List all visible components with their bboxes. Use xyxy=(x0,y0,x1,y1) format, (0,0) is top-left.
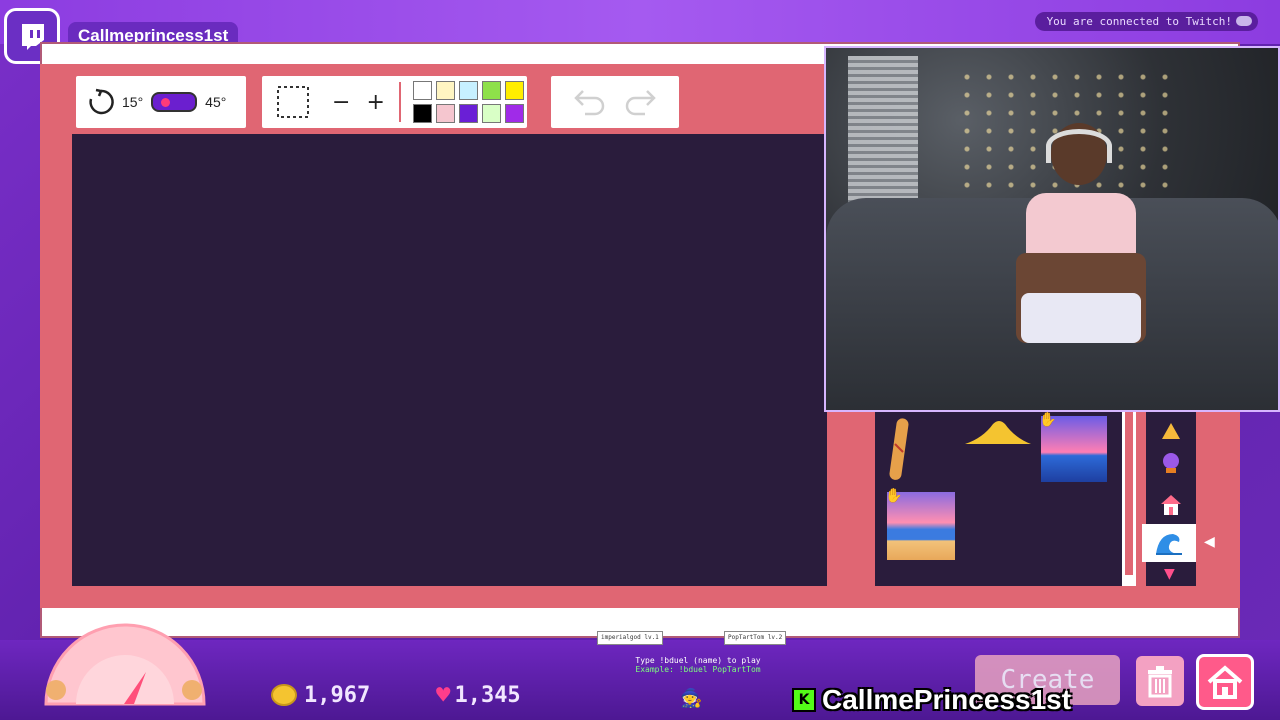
drawing-canvas[interactable] xyxy=(72,134,827,586)
coin-counter: 1,967 xyxy=(270,678,370,712)
heat-gauge-icon xyxy=(44,623,206,706)
player-tag-right: PopTartTom lv.2 xyxy=(724,631,787,645)
selected-category-indicator-icon: ◀ xyxy=(1204,534,1215,550)
streamer-figure xyxy=(1006,123,1156,410)
player-tag-left: imperialgod lv.1 xyxy=(597,631,663,645)
coin-icon xyxy=(271,684,297,706)
avatar: 🧙 xyxy=(680,688,703,709)
asset-scrollbar[interactable] xyxy=(1122,410,1136,586)
status-text: You are connected to Twitch! xyxy=(1046,15,1232,28)
heart-count: 1,345 xyxy=(454,682,521,708)
kick-logo-icon: K xyxy=(792,688,816,712)
color-swatch[interactable] xyxy=(412,81,432,100)
house-category[interactable] xyxy=(1146,486,1196,524)
sand-pile-item[interactable] xyxy=(963,418,1033,446)
heart-icon: ♥ xyxy=(436,681,451,709)
color-palette xyxy=(412,81,524,123)
angle-slider[interactable] xyxy=(151,92,198,112)
duel-instructions: Type !bduel (name) to play Example: !bdu… xyxy=(598,656,798,674)
color-swatch[interactable] xyxy=(481,81,501,100)
trash-button[interactable] xyxy=(1136,656,1184,706)
baguette-item[interactable] xyxy=(887,416,909,482)
angle-min-label: 15° xyxy=(122,94,144,110)
brush-size-increase-button[interactable]: + xyxy=(366,90,384,115)
color-swatch[interactable] xyxy=(435,104,455,123)
color-swatch[interactable] xyxy=(458,81,478,100)
brush-size-decrease-button[interactable]: − xyxy=(332,90,350,115)
trash-icon xyxy=(1148,666,1172,698)
connection-status: You are connected to Twitch! xyxy=(1034,12,1258,31)
color-swatch[interactable] xyxy=(504,104,524,123)
heart-counter: ♥ 1,345 xyxy=(436,678,521,712)
selection-box-icon[interactable] xyxy=(276,85,310,119)
cursor-icon: ✋ xyxy=(885,488,903,504)
toolbar-divider xyxy=(398,82,401,122)
home-button[interactable] xyxy=(1196,654,1254,710)
webcam-feed xyxy=(824,46,1280,412)
duel-hint-line-2: Example: !bduel PopTartTom xyxy=(635,665,761,674)
color-swatch[interactable] xyxy=(412,104,432,123)
color-swatch[interactable] xyxy=(458,104,478,123)
coin-count: 1,967 xyxy=(304,682,371,708)
chevron-down-icon[interactable]: ▼ xyxy=(1164,566,1175,582)
category-panel: ▼ xyxy=(1142,410,1196,586)
kick-username: CallmePrincess1st xyxy=(822,684,1072,715)
drawing-toolbar: − + xyxy=(262,76,527,128)
kick-username-overlay: K CallmePrincess1st xyxy=(792,684,1071,716)
duel-hint-line-1: Type !bduel (name) to play xyxy=(635,656,761,665)
color-swatch[interactable] xyxy=(504,81,524,100)
redo-icon[interactable] xyxy=(623,87,657,117)
scrollbar-thumb[interactable] xyxy=(1125,410,1133,575)
cursor-icon: ✋ xyxy=(1039,412,1057,428)
asset-panel: ✋ ✋ xyxy=(875,410,1122,586)
color-swatch[interactable] xyxy=(435,81,455,100)
orb-category[interactable] xyxy=(1146,444,1196,482)
history-toolbar xyxy=(551,76,679,128)
status-toggle[interactable] xyxy=(1236,16,1252,26)
rotation-toolbar: 15° 45° xyxy=(76,76,246,128)
angle-max-label: 45° xyxy=(205,94,227,110)
color-swatch[interactable] xyxy=(481,104,501,123)
home-icon xyxy=(1207,665,1243,699)
wave-category[interactable] xyxy=(1142,524,1196,562)
undo-icon[interactable] xyxy=(573,87,607,117)
rotate-icon[interactable] xyxy=(86,87,116,117)
slider-knob[interactable] xyxy=(161,98,171,107)
